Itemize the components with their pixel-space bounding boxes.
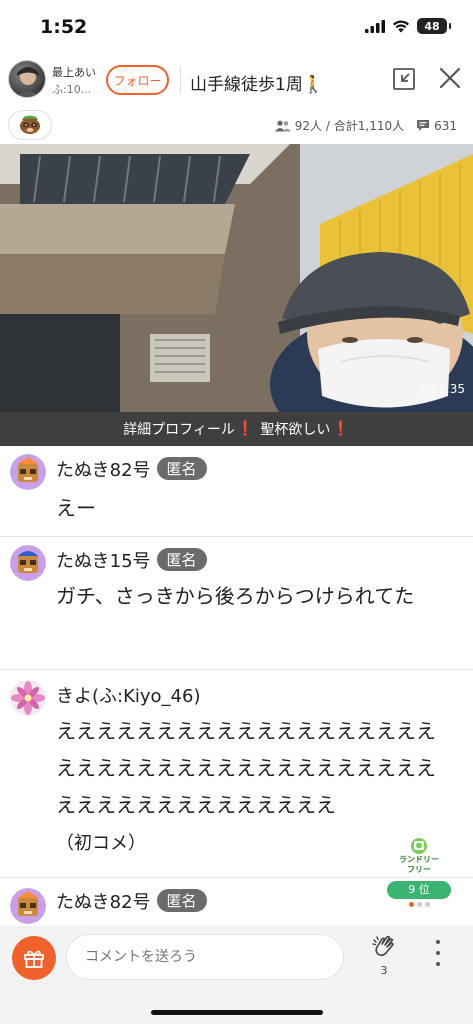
anonymous-badge: 匿名 xyxy=(156,548,207,571)
rank-position: 9 位 xyxy=(387,881,451,899)
minimize-icon[interactable] xyxy=(392,67,416,91)
rank-page-dots xyxy=(386,902,452,907)
raccoon-icon xyxy=(20,115,40,134)
gift-icon xyxy=(24,950,44,968)
viewer-count: 92人 / 合計1,110人 xyxy=(294,119,405,133)
comment-text: ええええええええええええええええええええええええええええええええええええええええ… xyxy=(56,719,436,817)
raccoon-avatar-icon[interactable] xyxy=(10,888,46,924)
status-icons: 48 xyxy=(365,18,451,34)
live-video[interactable]: 1:21:35 xyxy=(0,144,473,412)
rank-label-bottom: フリー xyxy=(407,865,431,874)
ranking-badge[interactable]: ランドリー フリー 9 位 xyxy=(386,836,452,907)
wifi-icon xyxy=(393,20,409,32)
comment-text: えー xyxy=(56,496,96,520)
exclamation-icon: ❗ xyxy=(332,421,350,437)
raccoon-badge-button[interactable] xyxy=(8,110,52,140)
profile-link-text: 詳細プロフィール xyxy=(123,422,235,438)
comment-author: たぬき82号 匿名 xyxy=(56,888,207,914)
stream-header: 最上あい ふ:10... フォロー 山手線徒歩1周🚶 xyxy=(0,54,473,106)
comment-author: たぬき82号 匿名 xyxy=(56,456,207,482)
status-bar: 1:52 48 xyxy=(0,0,473,54)
raccoon-avatar-icon[interactable] xyxy=(10,454,46,490)
laundry-free-logo: ランドリー フリー xyxy=(399,838,439,874)
anonymous-badge: 匿名 xyxy=(156,889,207,912)
comment-text: ガチ、さっきから後ろからつけられてた xyxy=(56,584,415,608)
rank-label-top: ランドリー xyxy=(399,855,439,864)
close-icon[interactable] xyxy=(437,65,463,91)
flower-avatar-icon[interactable] xyxy=(10,680,46,716)
video-elapsed-time: 1:21:35 xyxy=(418,382,465,396)
raccoon-avatar-icon[interactable] xyxy=(10,545,46,581)
host-id: ふ:10... xyxy=(52,83,92,96)
header-divider xyxy=(180,66,181,94)
comment-item: たぬき82号 匿名 えー xyxy=(0,446,473,537)
host-avatar[interactable] xyxy=(8,60,46,98)
status-time: 1:52 xyxy=(40,16,88,38)
clap-button[interactable]: 3 xyxy=(368,934,400,977)
stream-title: 山手線徒歩1周🚶 xyxy=(190,75,324,95)
follow-button[interactable]: フォロー xyxy=(106,65,169,95)
more-options-icon[interactable] xyxy=(430,940,446,966)
clap-icon xyxy=(372,935,394,957)
comment-count: 631 xyxy=(434,118,457,133)
people-icon xyxy=(274,120,291,131)
home-indicator xyxy=(151,1010,323,1015)
profile-info-bar[interactable]: 詳細プロフィール ❗ 聖杯欲しい ❗ xyxy=(0,412,473,446)
viewer-stats: 92人 / 合計1,110人 631 xyxy=(274,117,457,134)
signal-icon xyxy=(365,19,385,33)
wish-text: 聖杯欲しい xyxy=(260,422,331,438)
comment-input[interactable] xyxy=(66,934,344,980)
clap-count: 3 xyxy=(380,964,388,977)
host-name[interactable]: 最上あい xyxy=(52,64,96,80)
bottom-bar: 3 xyxy=(0,926,473,1024)
exclamation-icon: ❗ xyxy=(236,421,255,437)
battery-icon: 48 xyxy=(417,18,451,34)
gift-button[interactable] xyxy=(12,936,56,980)
comment-author: きよ(ふ:Kiyo_46) xyxy=(56,686,201,707)
comment-count-icon xyxy=(417,120,430,131)
stream-subheader: 92人 / 合計1,110人 631 xyxy=(0,106,473,144)
comment-author: たぬき15号 匿名 xyxy=(56,547,207,573)
video-frame xyxy=(0,144,473,412)
comment-item: たぬき15号 匿名 ガチ、さっきから後ろからつけられてた xyxy=(0,537,473,670)
anonymous-badge: 匿名 xyxy=(156,457,207,480)
